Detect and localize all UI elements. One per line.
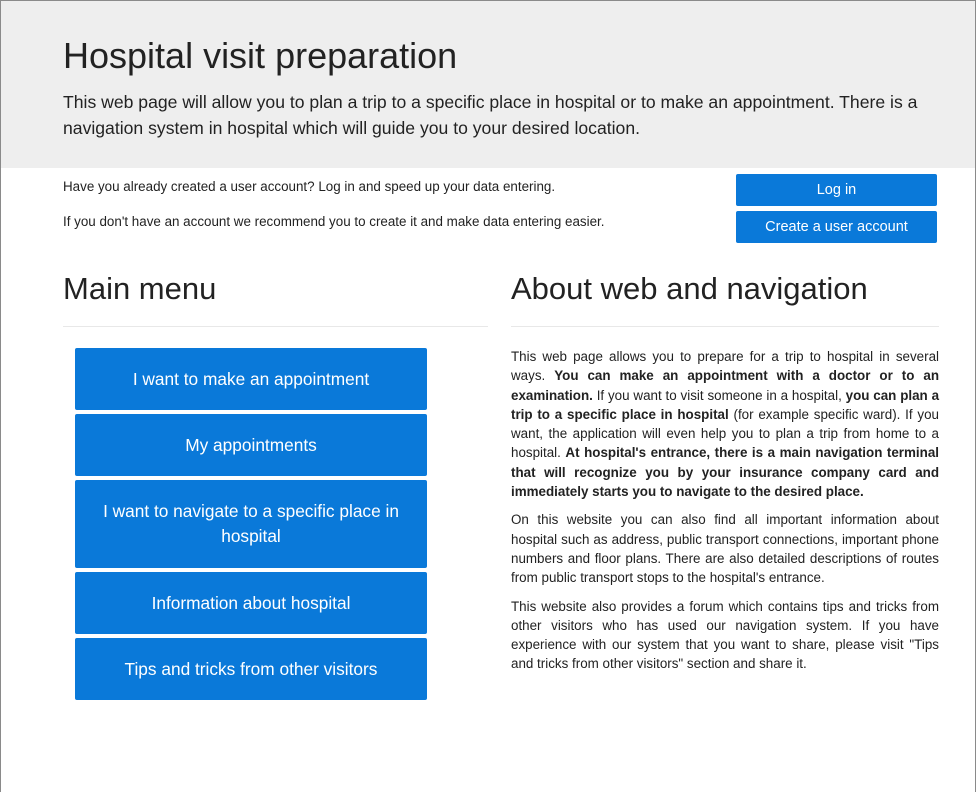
- main-menu-section: Main menu I want to make an appointment …: [63, 249, 488, 704]
- about-p1-text-c: If you want to visit someone in a hospit…: [592, 387, 846, 403]
- about-title: About web and navigation: [511, 271, 868, 306]
- about-divider: [511, 326, 939, 327]
- login-button[interactable]: Log in: [736, 174, 937, 206]
- about-p1-bold-f: At hospital's entrance, there is a main …: [511, 445, 939, 500]
- make-appointment-button[interactable]: I want to make an appointment: [75, 348, 427, 410]
- main-menu-title: Main menu: [63, 271, 217, 306]
- create-account-button[interactable]: Create a user account: [736, 211, 937, 243]
- about-section: About web and navigation This web page a…: [511, 249, 939, 683]
- hero-banner: Hospital visit preparation This web page…: [1, 1, 975, 168]
- about-paragraph-2: On this website you can also find all im…: [511, 512, 939, 586]
- my-appointments-button[interactable]: My appointments: [75, 414, 427, 476]
- login-prompt: Have you already created a user account?…: [63, 179, 556, 194]
- visitor-tips-button[interactable]: Tips and tricks from other visitors: [75, 638, 427, 700]
- about-paragraph-1: This web page allows you to prepare for …: [511, 347, 939, 501]
- main-menu-divider: [63, 326, 488, 327]
- navigate-specific-place-button[interactable]: I want to navigate to a specific place i…: [75, 480, 427, 568]
- about-text: This web page allows you to prepare for …: [511, 347, 939, 674]
- about-paragraph-3: This website also provides a forum which…: [511, 598, 939, 672]
- create-account-prompt: If you don't have an account we recommen…: [63, 214, 605, 229]
- main-menu-list: I want to make an appointment My appoint…: [63, 348, 488, 700]
- account-section: Have you already created a user account?…: [1, 168, 975, 248]
- page-description: This web page will allow you to plan a t…: [63, 92, 918, 138]
- hospital-information-button[interactable]: Information about hospital: [75, 572, 427, 634]
- page-frame: Hospital visit preparation This web page…: [0, 0, 976, 792]
- page-title: Hospital visit preparation: [63, 35, 458, 76]
